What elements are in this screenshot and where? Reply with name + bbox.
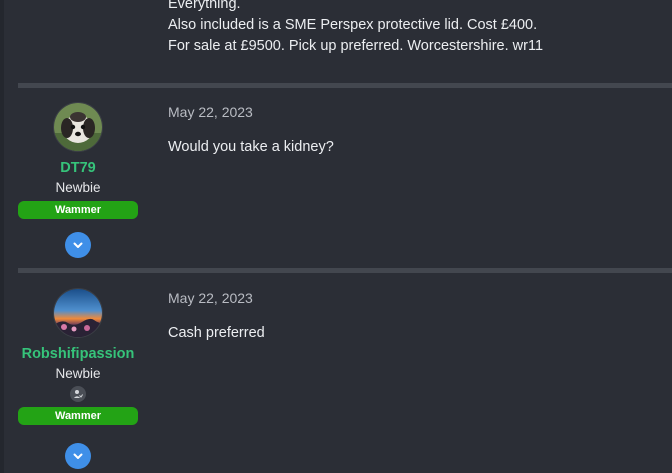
- chevron-down-icon: [73, 453, 83, 459]
- post-date[interactable]: May 22, 2023: [168, 104, 253, 120]
- author-panel: Robshifipassion Newbie Wammer: [18, 288, 138, 469]
- avatar[interactable]: [53, 102, 103, 152]
- username[interactable]: DT79: [18, 159, 138, 177]
- post-content: Would you take a kidney?: [168, 139, 334, 155]
- group-badge: Wammer: [18, 201, 138, 219]
- avatar[interactable]: [53, 288, 103, 338]
- left-gutter: [0, 0, 4, 473]
- post-content: Cash preferred: [168, 325, 265, 341]
- content-line: Everything.: [168, 0, 241, 12]
- user-badge-icon: [70, 386, 86, 402]
- previous-post-content: Everything. Also included is a SME Persp…: [168, 0, 543, 57]
- user-rank: Newbie: [55, 180, 101, 195]
- group-badge: Wammer: [18, 407, 138, 425]
- username[interactable]: Robshifipassion: [18, 345, 138, 363]
- post-divider: [18, 83, 672, 88]
- user-rank: Newbie: [55, 366, 101, 381]
- chevron-down-icon: [73, 242, 83, 248]
- expand-profile-button[interactable]: [65, 232, 91, 258]
- content-line: Also included is a SME Perspex protectiv…: [168, 17, 538, 33]
- expand-profile-button[interactable]: [65, 443, 91, 469]
- content-line: For sale at £9500. Pick up preferred. Wo…: [168, 38, 544, 54]
- author-panel: DT79 Newbie Wammer: [18, 102, 138, 258]
- post-date[interactable]: May 22, 2023: [168, 290, 253, 306]
- post-divider: [18, 268, 672, 273]
